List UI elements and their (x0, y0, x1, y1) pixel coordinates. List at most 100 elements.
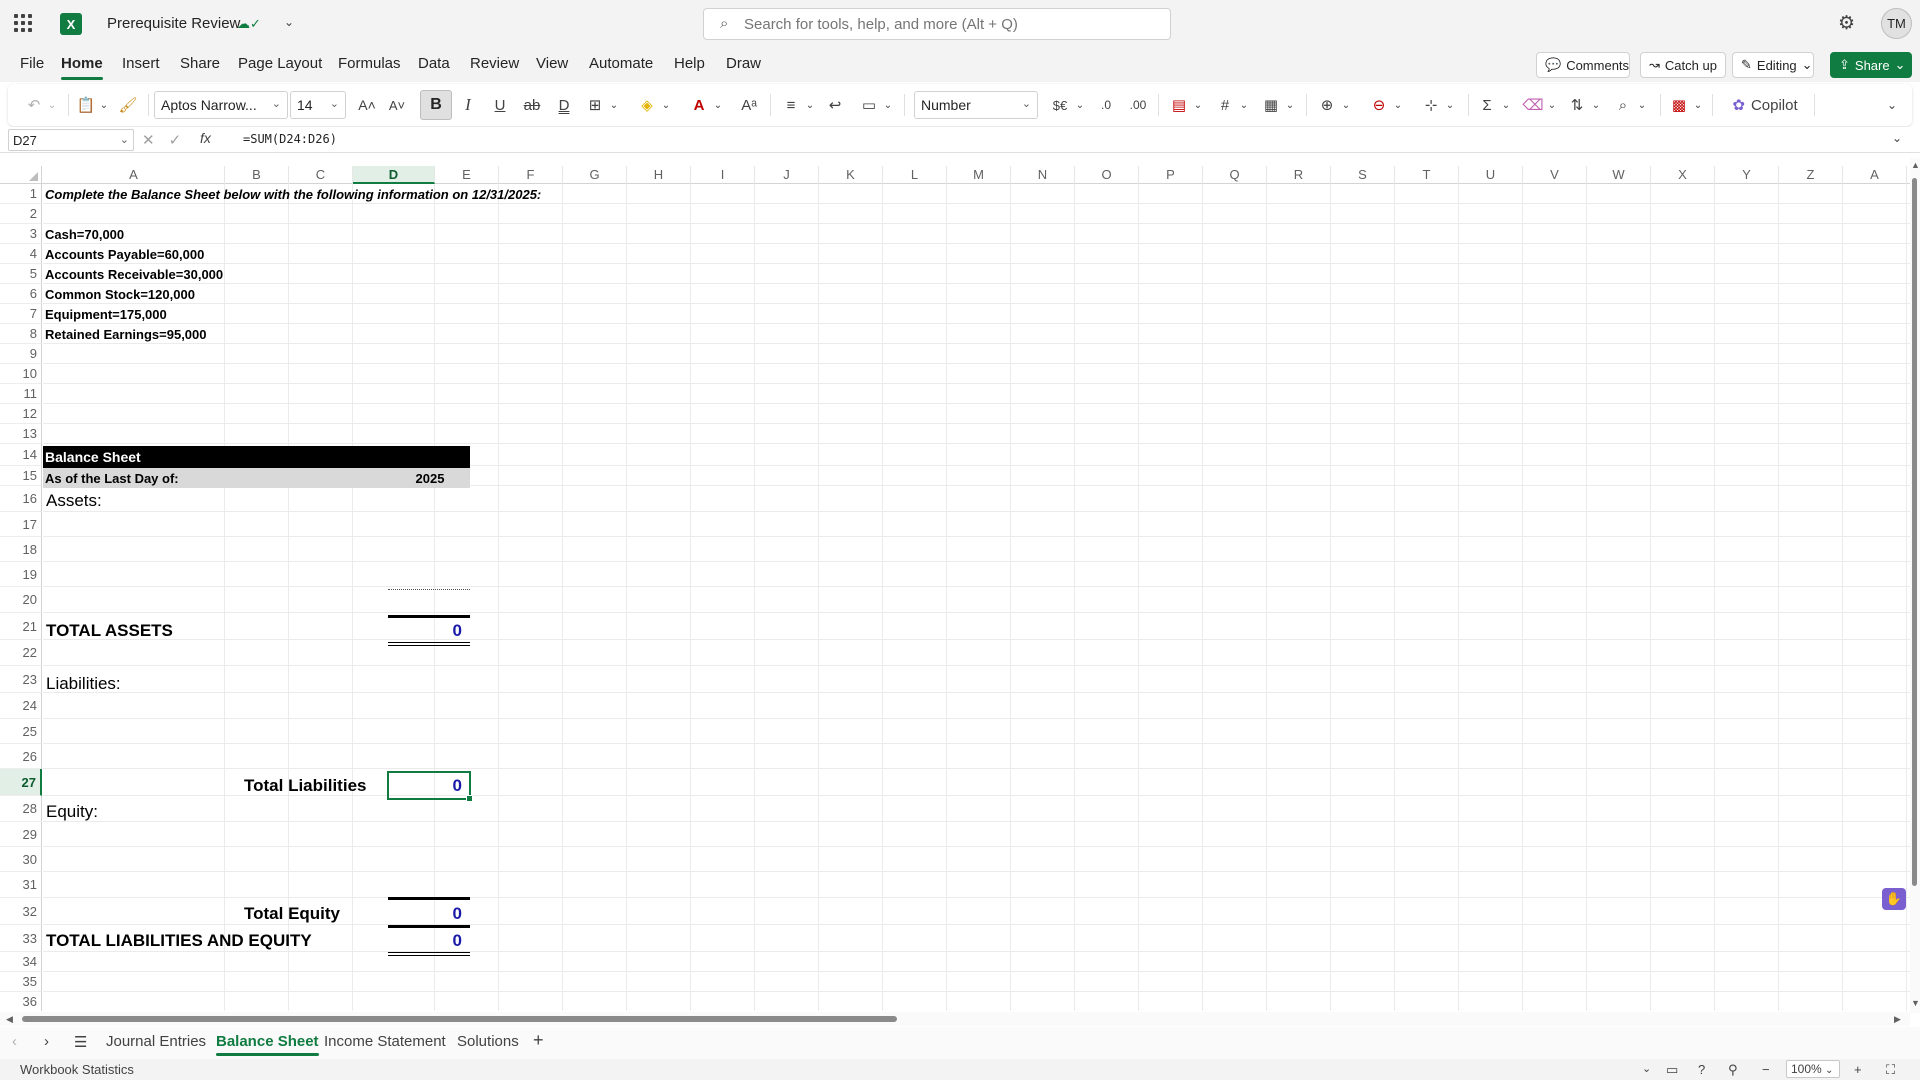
workbook-statistics[interactable]: Workbook Statistics (20, 1062, 134, 1077)
double-underline-button[interactable]: D (552, 93, 576, 117)
tab-automate[interactable]: Automate (589, 55, 653, 72)
increase-font-icon[interactable]: A˄ (354, 93, 380, 117)
format-table-icon[interactable]: ▦ (1260, 93, 1282, 117)
format-painter-icon[interactable]: 🖌 (118, 93, 138, 117)
row-header[interactable]: 3 (0, 224, 42, 244)
row-header[interactable]: 28 (0, 796, 42, 822)
italic-button[interactable]: I (456, 93, 480, 117)
column-header[interactable]: N (1011, 166, 1075, 184)
clear-icon[interactable]: ⌫ (1522, 93, 1544, 117)
all-sheets-icon[interactable]: ☰ (74, 1033, 87, 1051)
ribbon-collapse-icon[interactable]: ⌄ (1884, 93, 1900, 117)
increase-decimal-icon[interactable]: .00 (1126, 93, 1150, 117)
vertical-scrollbar[interactable]: ▲ ▼ (1910, 158, 1920, 1013)
undo-icon[interactable]: ↶ (24, 93, 44, 117)
row-header[interactable]: 23 (0, 666, 42, 693)
row-header[interactable]: 36 (0, 992, 42, 1011)
sheet-tab-income-statement[interactable]: Income Statement (324, 1033, 446, 1050)
cell-a28[interactable]: Equity: (44, 799, 98, 825)
fill-color-icon[interactable]: ◈ (636, 93, 658, 117)
select-all-corner[interactable] (0, 166, 42, 184)
cell-a5[interactable]: Accounts Receivable=30,000 (43, 264, 223, 284)
row-header[interactable]: 7 (0, 304, 42, 324)
column-header[interactable]: D (353, 166, 435, 184)
horizontal-scroll-thumb[interactable] (22, 1016, 897, 1022)
gear-icon[interactable]: ⚙ (1838, 12, 1855, 35)
underline-button[interactable]: U (488, 93, 512, 117)
tab-formulas[interactable]: Formulas (338, 55, 401, 72)
chevron-down-icon[interactable]: ⌄ (1074, 93, 1086, 117)
row-header[interactable]: 22 (0, 640, 42, 666)
row-header[interactable]: 14 (0, 444, 42, 466)
cell-a7[interactable]: Equipment=175,000 (43, 304, 167, 324)
cancel-icon[interactable]: ✕ (142, 131, 155, 149)
confirm-icon[interactable]: ✓ (169, 131, 182, 149)
row-header[interactable]: 10 (0, 364, 42, 384)
help-icon[interactable]: ? (1698, 1062, 1705, 1077)
next-sheet-icon[interactable]: › (44, 1033, 49, 1050)
tab-home[interactable]: Home (61, 55, 103, 80)
cell-a6[interactable]: Common Stock=120,000 (43, 284, 195, 304)
chevron-down-icon[interactable]: ⌄ (660, 93, 672, 117)
column-header[interactable]: T (1395, 166, 1459, 184)
row-header[interactable]: 12 (0, 404, 42, 424)
copilot-button[interactable]: ✿ Copilot (1720, 93, 1810, 117)
find-icon[interactable]: ⌕ (1612, 93, 1634, 117)
number-sign-icon[interactable]: # (1214, 93, 1236, 117)
tab-file[interactable]: File (20, 55, 44, 72)
row-header[interactable]: 9 (0, 344, 42, 364)
comments-button[interactable]: 💬 Comments (1536, 52, 1630, 78)
scroll-down-icon[interactable]: ▼ (1911, 998, 1920, 1008)
row-header[interactable]: 33 (0, 925, 42, 952)
chevron-down-icon[interactable]: ⌄ (1392, 93, 1404, 117)
row-header[interactable]: 21 (0, 613, 42, 640)
tab-help[interactable]: Help (674, 55, 705, 72)
cell-d21[interactable]: 0 (388, 618, 470, 644)
prev-sheet-icon[interactable]: ‹ (12, 1033, 17, 1050)
row-header[interactable]: 6 (0, 284, 42, 304)
cell-a15[interactable]: As of the Last Day of: (43, 468, 179, 488)
search-box[interactable]: ⌕ (703, 8, 1171, 40)
wrap-text-icon[interactable]: ↩ (824, 93, 846, 117)
chevron-down-icon[interactable]: ⌄ (1238, 93, 1250, 117)
tab-view[interactable]: View (536, 55, 568, 72)
sheet-tab-balance-sheet[interactable]: Balance Sheet (216, 1033, 319, 1056)
borders-icon[interactable]: ⊞ (584, 93, 606, 117)
column-header[interactable]: L (883, 166, 947, 184)
column-header[interactable]: I (691, 166, 755, 184)
row-header[interactable]: 20 (0, 587, 42, 613)
chevron-down-icon[interactable]: ⌄ (1192, 93, 1204, 117)
column-header[interactable]: U (1459, 166, 1523, 184)
font-name-select[interactable]: Aptos Narrow... ⌄ (154, 91, 288, 119)
conditional-format-icon[interactable]: ▤ (1168, 93, 1190, 117)
insert-function-button[interactable]: fx (200, 130, 211, 146)
tab-review[interactable]: Review (470, 55, 519, 72)
catch-up-button[interactable]: ↝ Catch up (1640, 52, 1726, 78)
chevron-down-icon[interactable]: ⌄ (46, 93, 58, 117)
row-header[interactable]: 25 (0, 719, 42, 744)
row-header[interactable]: 15 (0, 466, 42, 486)
row-header[interactable]: 31 (0, 872, 42, 898)
zoom-out-icon[interactable]: − (1762, 1062, 1770, 1077)
cell-a1[interactable]: Complete the Balance Sheet below with th… (43, 184, 541, 204)
sheet-tab-solutions[interactable]: Solutions (457, 1033, 519, 1050)
name-box[interactable]: D27 ⌄ (8, 129, 134, 151)
row-header[interactable]: 34 (0, 952, 42, 972)
column-header[interactable]: H (627, 166, 691, 184)
column-header[interactable]: A (1843, 166, 1907, 184)
currency-icon[interactable]: $€ (1048, 93, 1072, 117)
row-header[interactable]: 1 (0, 184, 42, 204)
feedback-icon[interactable]: ✋ (1882, 888, 1906, 910)
row-header[interactable]: 2 (0, 204, 42, 224)
sheet-tab-journal-entries[interactable]: Journal Entries (106, 1033, 206, 1050)
column-header[interactable]: Y (1715, 166, 1779, 184)
chevron-down-icon[interactable]: ⌄ (1444, 93, 1456, 117)
chevron-down-icon[interactable]: ⌄ (1590, 93, 1602, 117)
cell-d15[interactable]: 2025 (388, 468, 470, 488)
vertical-scroll-thumb[interactable] (1912, 178, 1917, 886)
chevron-down-icon[interactable]: ⌄ (284, 15, 294, 29)
paste-icon[interactable]: 📋 (76, 93, 96, 117)
cell-d33[interactable]: 0 (388, 927, 470, 954)
column-header[interactable]: Z (1779, 166, 1843, 184)
scroll-up-icon[interactable]: ▲ (1911, 160, 1920, 170)
